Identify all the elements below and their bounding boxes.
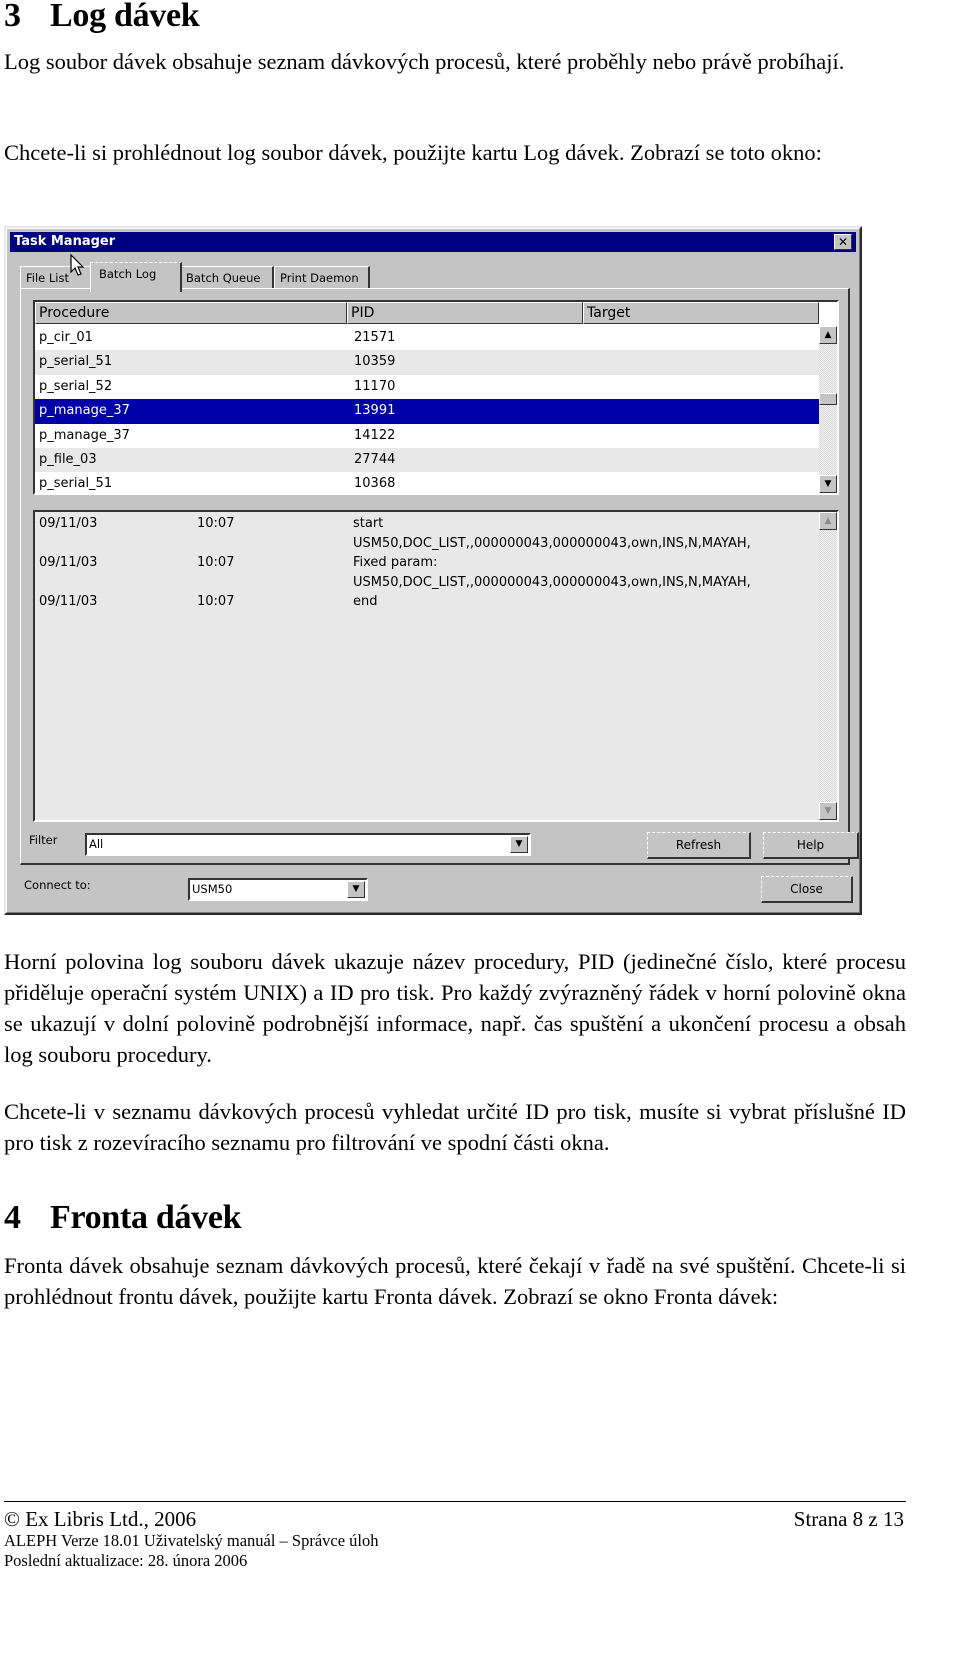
batch-log-panel: Procedure PID Target p_cir_01 21571 p_seri… bbox=[20, 288, 859, 865]
cell-pid: 10359 bbox=[354, 354, 396, 370]
log-time: 10:07 bbox=[197, 594, 235, 609]
footer-copyright: © Ex Libris Ltd., 2006 bbox=[4, 1507, 197, 1531]
tab-batch-queue[interactable]: Batch Queue bbox=[180, 266, 274, 290]
cell-procedure: p_serial_51 bbox=[39, 354, 113, 370]
log-text: USM50,DOC_LIST,,000000043,000000043,own,… bbox=[353, 535, 751, 551]
section-heading-fronta-davek: 4 Fronta dávek bbox=[4, 1199, 242, 1237]
connect-to-label: Connect to: bbox=[24, 878, 91, 892]
filter-value: All bbox=[89, 837, 104, 851]
footer-manual-title: ALEPH Verze 18.01 Uživatelský manuál – S… bbox=[4, 1531, 379, 1550]
header-label: Target bbox=[587, 305, 631, 321]
task-manager-window: Task Manager ✕ File List Batch Log Batch… bbox=[4, 226, 862, 915]
section-title: Log dávek bbox=[50, 0, 200, 34]
log-time: 10:07 bbox=[197, 555, 235, 570]
arrow-down-icon: ▼ bbox=[824, 806, 832, 816]
log-date: 09/11/03 bbox=[39, 555, 98, 570]
table-row[interactable]: p_file_03 27744 bbox=[35, 448, 819, 473]
column-header-procedure[interactable]: Procedure bbox=[35, 302, 347, 324]
scroll-up-button[interactable]: ▲ bbox=[819, 326, 837, 344]
filter-dropdown[interactable]: All ▼ bbox=[85, 833, 531, 856]
log-text: start bbox=[353, 516, 384, 531]
cell-pid: 27744 bbox=[354, 452, 396, 467]
cell-pid: 13991 bbox=[354, 403, 396, 419]
header-label: Procedure bbox=[39, 305, 110, 321]
explanation-paragraph: Horní polovina log souboru dávek ukazuje… bbox=[4, 949, 906, 1067]
window-title: Task Manager bbox=[14, 234, 116, 249]
scroll-down-button[interactable]: ▼ bbox=[819, 475, 837, 493]
log-detail-list[interactable]: 09/11/03 10:07 start USM50,DOC_LIST,,000000… bbox=[33, 510, 839, 822]
table-row[interactable]: p_manage_37 13991 bbox=[35, 399, 819, 424]
log-scroll-down-button[interactable]: ▼ bbox=[819, 802, 837, 820]
tab-print-daemon[interactable]: Print Daemon bbox=[274, 266, 370, 290]
header-label: PID bbox=[351, 305, 375, 321]
log-time: 10:07 bbox=[197, 516, 235, 531]
chevron-down-icon: ▼ bbox=[352, 884, 360, 894]
tab-label: Batch Log bbox=[99, 267, 157, 281]
arrow-up-icon: ▲ bbox=[824, 330, 832, 340]
tab-batch-log[interactable]: Batch Log bbox=[90, 262, 182, 292]
dropdown-arrow-icon[interactable]: ▼ bbox=[510, 836, 528, 853]
cell-procedure: p_cir_01 bbox=[39, 330, 93, 345]
arrow-up-icon: ▲ bbox=[824, 516, 832, 526]
log-text: Fixed param: bbox=[353, 555, 438, 570]
table-row[interactable]: p_serial_51 10368 bbox=[35, 472, 819, 493]
table-row[interactable]: p_manage_37 14122 bbox=[35, 424, 819, 448]
cell-pid: 10368 bbox=[354, 476, 396, 492]
table-row[interactable]: p_cir_01 21571 bbox=[35, 326, 819, 350]
log-list-scrollbar[interactable]: ▲ ▼ bbox=[819, 512, 837, 820]
intro-paragraph: Log soubor dávek obsahuje seznam dávkový… bbox=[4, 49, 845, 74]
column-header-pid[interactable]: PID bbox=[347, 302, 583, 324]
mouse-pointer-icon bbox=[70, 254, 85, 276]
connect-to-dropdown[interactable]: USM50 ▼ bbox=[188, 878, 368, 901]
cell-pid: 21571 bbox=[354, 330, 396, 345]
title-bar[interactable]: Task Manager ✕ bbox=[10, 232, 856, 252]
filter-explanation-paragraph: Chcete-li v seznamu dávkových procesů vy… bbox=[4, 1099, 906, 1155]
cell-procedure: p_manage_37 bbox=[39, 427, 130, 443]
process-list[interactable]: Procedure PID Target p_cir_01 21571 p_seri… bbox=[33, 300, 839, 495]
section-number: 4 bbox=[4, 1199, 21, 1236]
close-button[interactable]: Close bbox=[761, 876, 853, 903]
log-text: end bbox=[353, 594, 378, 609]
help-button[interactable]: Help bbox=[763, 832, 859, 859]
tab-label: Batch Queue bbox=[186, 271, 261, 285]
cell-procedure: p_serial_52 bbox=[39, 378, 113, 394]
log-text: USM50,DOC_LIST,,000000043,000000043,own,… bbox=[353, 574, 751, 590]
footer-page-number: Strana 8 z 13 bbox=[793, 1507, 904, 1531]
close-window-button[interactable]: ✕ bbox=[834, 234, 852, 250]
queue-intro-paragraph: Fronta dávek obsahuje seznam dávkových p… bbox=[4, 1253, 906, 1309]
section-heading-log-davek: 3 Log dávek bbox=[4, 0, 200, 35]
instruction-paragraph: Chcete-li si prohlédnout log soubor dáve… bbox=[4, 140, 822, 165]
scroll-thumb[interactable] bbox=[819, 393, 837, 405]
tab-label: File List bbox=[26, 271, 70, 285]
arrow-down-icon: ▼ bbox=[824, 479, 832, 489]
cell-procedure: p_serial_51 bbox=[39, 476, 113, 492]
section-number: 3 bbox=[4, 0, 21, 34]
close-icon: ✕ bbox=[837, 235, 849, 249]
footer-last-updated: Poslední aktualizace: 28. února 2006 bbox=[4, 1551, 248, 1570]
cell-pid: 11170 bbox=[354, 378, 396, 394]
log-scroll-up-button[interactable]: ▲ bbox=[819, 512, 837, 530]
filter-label: Filter bbox=[29, 833, 58, 847]
dropdown-arrow-icon[interactable]: ▼ bbox=[347, 881, 365, 898]
log-date: 09/11/03 bbox=[39, 516, 98, 531]
cell-pid: 14122 bbox=[354, 427, 396, 443]
table-row[interactable]: p_serial_52 11170 bbox=[35, 375, 819, 399]
footer-divider bbox=[4, 1501, 906, 1502]
cell-procedure: p_file_03 bbox=[39, 452, 97, 467]
process-list-scrollbar[interactable]: ▲ ▼ bbox=[819, 326, 837, 493]
cell-procedure: p_manage_37 bbox=[39, 403, 130, 419]
chevron-down-icon: ▼ bbox=[515, 839, 523, 849]
refresh-button[interactable]: Refresh bbox=[647, 832, 751, 859]
table-row[interactable]: p_serial_51 10359 bbox=[35, 350, 819, 375]
section-title: Fronta dávek bbox=[50, 1199, 242, 1236]
connect-value: USM50 bbox=[192, 882, 233, 896]
tab-label: Print Daemon bbox=[280, 271, 359, 285]
log-date: 09/11/03 bbox=[39, 594, 98, 609]
column-header-target[interactable]: Target bbox=[583, 302, 819, 324]
